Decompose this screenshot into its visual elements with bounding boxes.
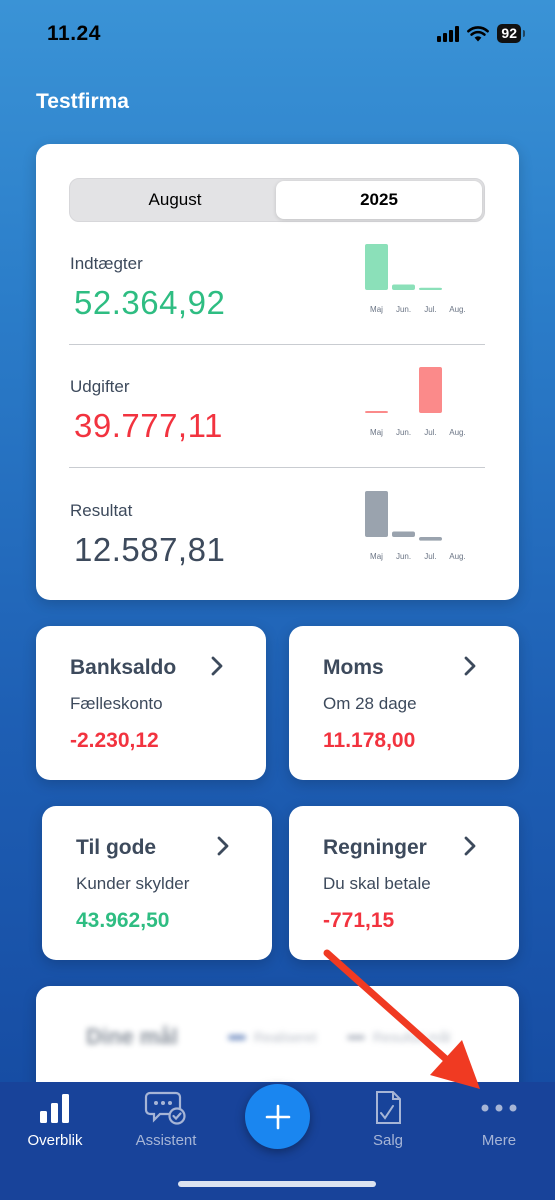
tab-label: Overblik [27, 1132, 83, 1149]
chart-bar-jul [419, 367, 442, 413]
chart-bar-maj [365, 411, 388, 413]
tab-assistent[interactable]: Assistent [121, 1090, 211, 1149]
chat-assistant-icon [144, 1091, 186, 1125]
battery-level: 92 [497, 24, 521, 43]
company-title: Testfirma [36, 90, 129, 113]
goals-header: Dine mål Realiseret Resultat mål [86, 1024, 451, 1050]
status-time: 11.24 [47, 22, 101, 45]
more-dots-icon [481, 1104, 517, 1112]
chart-bar-jun [392, 531, 415, 537]
legend-realized-swatch [227, 1034, 246, 1040]
card-value: -2.230,12 [70, 729, 159, 752]
legend-realized-label: Realiseret [253, 1029, 317, 1045]
card-value: 43.962,50 [76, 909, 170, 932]
card-title: Til gode [76, 836, 157, 859]
document-check-icon [376, 1091, 401, 1124]
chart-bar-maj [365, 491, 388, 537]
chart-tick-label: Aug. [449, 428, 465, 437]
chart-bar-jul [419, 287, 442, 290]
til-gode-card[interactable]: Til gode Kunder skylder 43.962,50 [42, 806, 272, 960]
chevron-right-icon [464, 656, 476, 676]
card-subtitle: Om 28 dage [323, 694, 417, 713]
tab-salg[interactable]: Salg [343, 1090, 433, 1149]
banksaldo-card[interactable]: Banksaldo Fælleskonto -2.230,12 [36, 626, 266, 780]
chart-tick-label: Jun. [396, 552, 411, 561]
chart-bar-jul [419, 537, 442, 541]
metric-value: 39.777,11 [74, 407, 223, 444]
chart-bar-maj [365, 244, 388, 290]
card-value: 11.178,00 [323, 729, 416, 752]
card-title: Banksaldo [70, 656, 177, 679]
card-subtitle: Du skal betale [323, 874, 431, 893]
chevron-right-icon [211, 656, 223, 676]
chart-bar-jun [392, 284, 415, 290]
tab-mere[interactable]: Mere [454, 1090, 544, 1149]
card-subtitle: Fælleskonto [70, 694, 163, 713]
divider [69, 467, 485, 468]
metric-label: Resultat [70, 501, 133, 520]
chevron-right-icon [464, 836, 476, 856]
chart-tick-label: Jul. [424, 428, 436, 437]
segment-month[interactable]: August [72, 181, 278, 219]
bar-chart-icon [40, 1094, 69, 1123]
card-title: Moms [323, 656, 384, 679]
chart-tick-label: Jun. [396, 305, 411, 314]
chart-tick-label: Aug. [449, 305, 465, 314]
wifi-icon [467, 26, 490, 42]
metric-label: Udgifter [70, 377, 130, 396]
segment-year[interactable]: 2025 [276, 181, 482, 219]
divider [69, 344, 485, 345]
metric-income[interactable]: Indtægter 52.364,92 Maj Jun. Jul. Aug. [69, 244, 485, 364]
overview-card: August 2025 Indtægter 52.364,92 Maj Jun. J… [36, 144, 519, 600]
legend-target-label: Resultat mål [372, 1029, 451, 1045]
chart-tick-label: Jun. [396, 428, 411, 437]
tab-label: Mere [481, 1132, 517, 1149]
chart-tick-label: Jul. [424, 552, 436, 561]
tab-label: Salg [372, 1132, 404, 1149]
result-mini-chart: Maj Jun. Jul. Aug. [365, 491, 466, 561]
tab-overblik[interactable]: Overblik [10, 1090, 100, 1149]
battery-icon: 92 [497, 24, 525, 43]
goals-title: Dine mål [86, 1024, 178, 1049]
chart-tick-label: Aug. [449, 552, 465, 561]
regninger-card[interactable]: Regninger Du skal betale -771,15 [289, 806, 519, 960]
metric-label: Indtægter [70, 254, 143, 273]
chart-tick-label: Maj [370, 428, 383, 437]
tab-label: Assistent [135, 1132, 197, 1149]
goals-legend: Realiseret Resultat mål [227, 1029, 451, 1045]
home-indicator [178, 1181, 376, 1187]
metric-expenses[interactable]: Udgifter 39.777,11 Maj Jun. Jul. Aug. [69, 367, 485, 487]
card-value: -771,15 [323, 909, 395, 932]
chart-tick-label: Jul. [424, 305, 436, 314]
cellular-signal-icon [437, 25, 460, 42]
add-button[interactable] [245, 1084, 310, 1149]
metric-value: 12.587,81 [74, 531, 226, 568]
card-title: Regninger [323, 836, 427, 859]
status-icons: 92 [437, 24, 525, 43]
card-subtitle: Kunder skylder [76, 874, 190, 893]
period-segmented-control: August 2025 [69, 178, 485, 222]
status-bar: 11.24 92 [0, 0, 555, 70]
chart-tick-label: Maj [370, 552, 383, 561]
plus-icon [265, 1104, 290, 1129]
metric-value: 52.364,92 [74, 284, 226, 321]
income-mini-chart: Maj Jun. Jul. Aug. [365, 244, 466, 314]
expenses-mini-chart: Maj Jun. Jul. Aug. [365, 367, 466, 437]
metric-result[interactable]: Resultat 12.587,81 Maj Jun. Jul. Aug. [69, 491, 485, 611]
legend-target-swatch [346, 1034, 365, 1040]
chart-tick-label: Maj [370, 305, 383, 314]
moms-card[interactable]: Moms Om 28 dage 11.178,00 [289, 626, 519, 780]
chevron-right-icon [217, 836, 229, 856]
